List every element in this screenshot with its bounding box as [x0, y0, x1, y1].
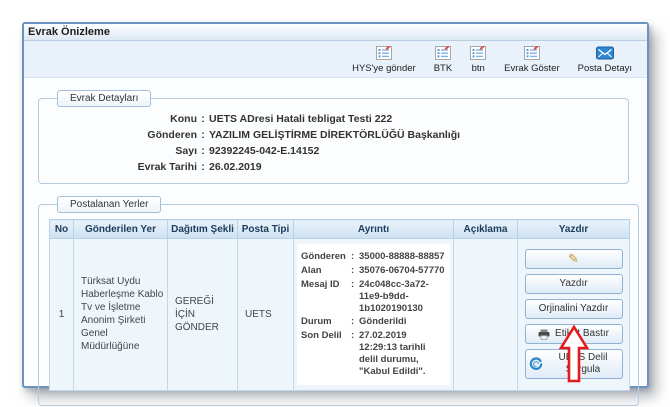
field-sayi: Sayı : 92392245-042-E.14152 — [47, 143, 620, 159]
printer-icon — [538, 329, 550, 340]
field-label: Evrak Tarihi — [47, 159, 197, 175]
ayrinti-detail-box: Gönderen : 35000-88888-88857 Alan : 3507… — [297, 244, 450, 385]
column-header-ayrinti: Ayrıntı — [294, 220, 454, 239]
toolbar-item-label: Evrak Göster — [504, 63, 559, 74]
evrak-detaylari-legend: Evrak Detayları — [57, 90, 151, 107]
window-title-bar: Evrak Önizleme — [24, 24, 647, 41]
separator: : — [351, 330, 359, 378]
ayrinti-label: Gönderen — [301, 251, 351, 263]
cell-dagitim-sekli: GEREĞİ İÇİN GÖNDER — [168, 239, 238, 391]
uets-swirl-icon — [529, 357, 543, 371]
toolbar-item-evrak-goster[interactable]: Evrak Göster — [495, 44, 568, 75]
ayrinti-alan: Alan : 35076-06704-57770 — [301, 265, 446, 277]
separator: : — [197, 159, 209, 175]
edit-button[interactable]: ✎ — [525, 249, 623, 269]
field-label: Gönderen — [47, 127, 197, 143]
evrak-onizleme-window: Evrak Önizleme HYS'ye gönder BTK btn Evr… — [22, 22, 649, 388]
ayrinti-label: Son Delil — [301, 330, 351, 378]
ayrinti-label: Mesaj ID — [301, 279, 351, 315]
separator: : — [351, 265, 359, 277]
ayrinti-gonderen: Gönderen : 35000-88888-88857 — [301, 251, 446, 263]
ayrinti-value: 27.02.2019 12:29:13 tarihli delil durumu… — [359, 330, 446, 378]
column-header-gonderilen-yer: Gönderilen Yer — [74, 220, 168, 239]
separator: : — [197, 143, 209, 159]
separator: : — [197, 111, 209, 127]
field-label: Konu — [47, 111, 197, 127]
page-title: Evrak Önizleme — [28, 26, 110, 38]
postalanan-yerler-legend: Postalanan Yerler — [57, 196, 161, 213]
column-header-dagitim-sekli: Dağıtım Şekli — [168, 220, 238, 239]
postalanan-yerler-table: No Gönderilen Yer Dağıtım Şekli Posta Ti… — [49, 219, 630, 391]
field-value: 92392245-042-E.14152 — [209, 143, 620, 159]
document-list-icon — [524, 45, 540, 61]
column-header-aciklama: Açıklama — [454, 220, 518, 239]
field-label: Sayı — [47, 143, 197, 159]
ayrinti-mesaj-id: Mesaj ID : 24c048cc-3a72-11e9-b9dd-1b102… — [301, 279, 446, 315]
field-value: UETS ADresi Hatali tebligat Testi 222 — [209, 111, 620, 127]
field-evrak-tarihi: Evrak Tarihi : 26.02.2019 — [47, 159, 620, 175]
ayrinti-value: 24c048cc-3a72-11e9-b9dd-1b1020190130 — [359, 279, 446, 315]
ayrinti-value: 35076-06704-57770 — [359, 265, 446, 277]
separator: : — [351, 251, 359, 263]
pencil-icon: ✎ — [568, 254, 579, 264]
cell-no: 1 — [50, 239, 74, 391]
toolbar-item-label: btn — [472, 63, 485, 74]
field-gonderen: Gönderen : YAZILIM GELİŞTİRME DİREKTÖRLÜ… — [47, 127, 620, 143]
orjinalini-yazdir-button[interactable]: Orjinalini Yazdır — [525, 299, 623, 319]
ayrinti-son-delil: Son Delil : 27.02.2019 12:29:13 tarihli … — [301, 330, 446, 378]
column-header-yazdir: Yazdır — [518, 220, 630, 239]
cell-aciklama — [454, 239, 518, 391]
toolbar-item-btk[interactable]: BTK — [425, 44, 461, 75]
document-list-icon — [376, 45, 392, 61]
ayrinti-label: Alan — [301, 265, 351, 277]
document-list-icon — [470, 45, 486, 61]
field-konu: Konu : UETS ADresi Hatali tebligat Testi… — [47, 111, 620, 127]
field-value: 26.02.2019 — [209, 159, 620, 175]
ayrinti-durum: Durum : Gönderildi — [301, 316, 446, 328]
column-header-posta-tipi: Posta Tipi — [238, 220, 294, 239]
cell-ayrinti: Gönderen : 35000-88888-88857 Alan : 3507… — [294, 239, 454, 391]
table-header-row: No Gönderilen Yer Dağıtım Şekli Posta Ti… — [50, 220, 630, 239]
toolbar-item-label: BTK — [434, 63, 452, 74]
cell-gonderilen-yer: Türksat Uydu Haberleşme Kablo Tv ve İşle… — [74, 239, 168, 391]
toolbar-item-btn[interactable]: btn — [461, 44, 495, 75]
ayrinti-value: 35000-88888-88857 — [359, 251, 446, 263]
toolbar-item-hys-gonder[interactable]: HYS'ye gönder — [343, 44, 425, 75]
column-header-no: No — [50, 220, 74, 239]
toolbar-item-posta-detayi[interactable]: Posta Detayı — [569, 44, 641, 75]
document-list-icon — [435, 45, 451, 61]
separator: : — [351, 279, 359, 315]
ayrinti-label: Durum — [301, 316, 351, 328]
postalanan-yerler-panel: Postalanan Yerler No Gönderilen Yer Dağı… — [38, 196, 639, 406]
evrak-detaylari-panel: Evrak Detayları Konu : UETS ADresi Hatal… — [38, 90, 629, 184]
cell-posta-tipi: UETS — [238, 239, 294, 391]
red-up-arrow-annotation — [558, 325, 590, 383]
toolbar-item-label: HYS'ye gönder — [352, 63, 416, 74]
toolbar-item-label: Posta Detayı — [578, 63, 632, 74]
yazdir-button[interactable]: Yazdır — [525, 274, 623, 294]
ayrinti-value: Gönderildi — [359, 316, 446, 328]
separator: : — [351, 316, 359, 328]
envelope-icon — [596, 45, 614, 61]
field-value: YAZILIM GELİŞTİRME DİREKTÖRLÜĞÜ Başkanlı… — [209, 127, 620, 143]
separator: : — [197, 127, 209, 143]
table-row: 1 Türksat Uydu Haberleşme Kablo Tv ve İş… — [50, 239, 630, 391]
orjinalini-yazdir-button-label: Orjinalini Yazdır — [539, 303, 609, 315]
yazdir-button-label: Yazdır — [559, 278, 587, 290]
toolbar: HYS'ye gönder BTK btn Evrak Göster Posta… — [24, 41, 647, 78]
